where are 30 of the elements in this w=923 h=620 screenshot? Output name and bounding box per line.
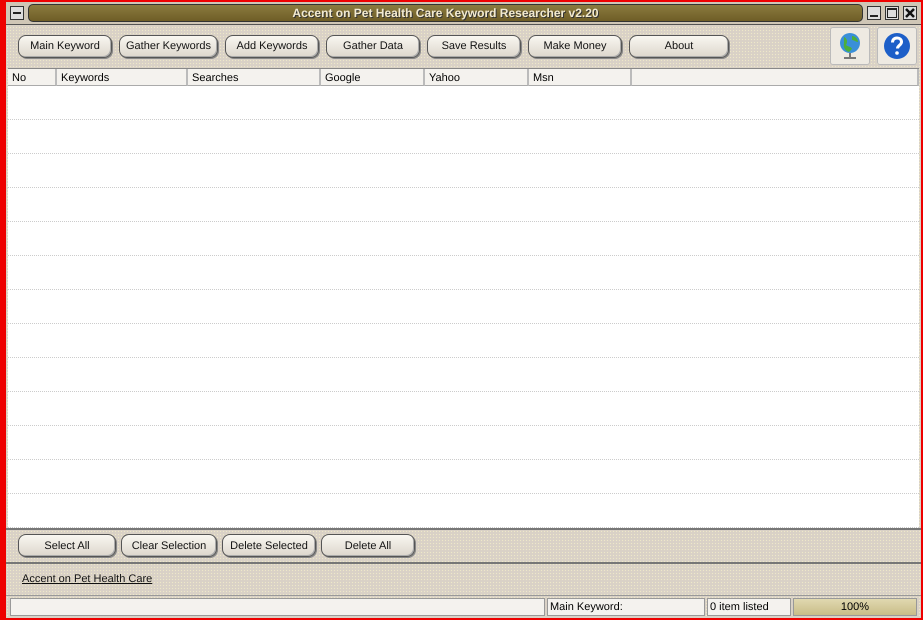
system-menu-button[interactable] xyxy=(10,6,24,20)
action-button[interactable]: Delete Selected xyxy=(222,534,316,558)
globe-icon xyxy=(837,31,863,62)
minimize-button[interactable] xyxy=(867,6,881,20)
column-header[interactable]: Google xyxy=(321,69,425,86)
maximize-button[interactable] xyxy=(885,6,899,20)
globe-button[interactable] xyxy=(830,27,870,66)
site-link[interactable]: Accent on Pet Health Care xyxy=(22,573,152,586)
action-button[interactable]: Clear Selection xyxy=(121,534,217,558)
column-header[interactable]: Searches xyxy=(188,69,321,86)
help-button[interactable] xyxy=(877,27,917,66)
status-item-count: 0 item listed xyxy=(707,598,791,616)
action-button[interactable]: Delete All xyxy=(321,534,415,558)
column-header[interactable]: Msn xyxy=(529,69,632,86)
window-title: Accent on Pet Health Care Keyword Researcher v2.20 xyxy=(292,6,599,20)
help-icon xyxy=(883,32,911,60)
toolbar-button[interactable]: Gather Keywords xyxy=(119,34,218,58)
status-main-keyword: Main Keyword: xyxy=(547,598,705,616)
toolbar-button[interactable]: Main Keyword xyxy=(18,34,112,58)
column-header[interactable]: Keywords xyxy=(57,69,188,86)
toolbar-button[interactable]: About xyxy=(628,34,729,58)
action-button[interactable]: Select All xyxy=(18,534,116,558)
progress-reading: 100% xyxy=(840,601,870,614)
toolbar-button[interactable]: Add Keywords xyxy=(224,34,319,58)
toolbar-button[interactable]: Gather Data xyxy=(326,34,420,58)
toolbar-button[interactable]: Make Money xyxy=(528,34,622,58)
column-header[interactable]: No xyxy=(8,69,57,86)
close-button[interactable] xyxy=(903,6,917,20)
column-header[interactable]: Yahoo xyxy=(425,69,529,86)
toolbar-button[interactable]: Save Results xyxy=(426,34,521,58)
